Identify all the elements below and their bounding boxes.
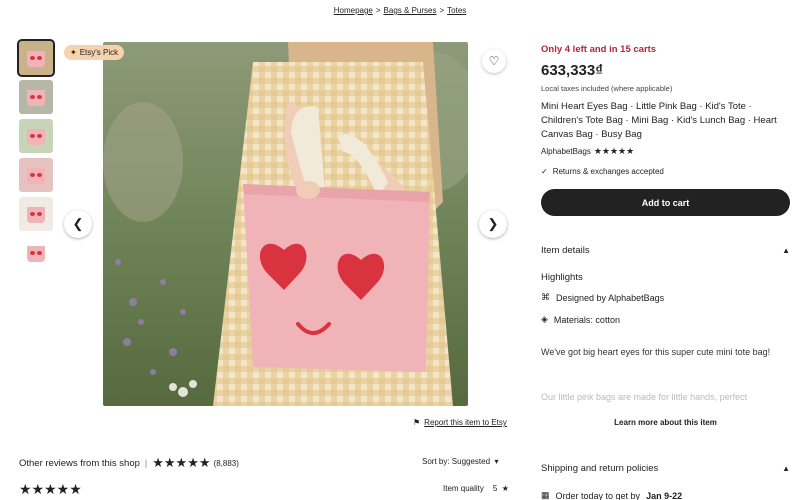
item-quality-label: Item quality	[443, 484, 484, 493]
thumbnail-5[interactable]	[19, 197, 53, 231]
materials-label: Materials: cotton	[553, 314, 620, 325]
chevron-left-icon: ❮	[72, 216, 84, 231]
thumbnail-bag-image	[27, 207, 45, 223]
checkmark-icon: ✓	[541, 167, 548, 176]
order-prefix: Order today to get by	[555, 490, 641, 500]
sort-dropdown[interactable]: Sort by: Suggested ▾	[422, 457, 499, 466]
materials-row: ◈ Materials: cotton	[541, 314, 620, 325]
thumbnail-bag-image	[27, 90, 45, 106]
review-rating-stars: ★★★★★	[19, 481, 82, 497]
flag-icon: ⚑	[413, 418, 421, 427]
shipping-heading: Shipping and return policies	[541, 463, 659, 474]
sort-label: Sort by: Suggested	[422, 457, 491, 466]
thumbnail-2[interactable]	[19, 80, 53, 114]
item-details-heading: Item details	[541, 245, 590, 256]
thumbnail-bag-image	[27, 51, 45, 67]
thumbnail-bag-image	[27, 246, 45, 262]
reviews-title: Other reviews from this shop	[19, 457, 140, 469]
delivery-estimate: ▦ Order today to get by Jan 9-22	[541, 490, 682, 500]
shop-name-link[interactable]: AlphabetBags	[541, 147, 591, 156]
thumbnail-1[interactable]	[17, 39, 55, 77]
breadcrumb-homepage[interactable]: Homepage	[334, 6, 373, 15]
review-count: (8,883)	[213, 458, 239, 468]
thumbnail-bag-image	[27, 168, 45, 184]
item-quality-value: 5	[492, 484, 498, 493]
chevron-up-icon: ▲	[782, 246, 790, 255]
report-item[interactable]: ⚑ Report this item to Etsy	[413, 418, 507, 427]
previous-image-button[interactable]: ❮	[64, 210, 92, 238]
returns-label: Returns & exchanges accepted	[552, 167, 664, 176]
item-quality: Item quality 5 ★	[443, 484, 509, 493]
calendar-icon: ▦	[541, 490, 550, 500]
breadcrumb-totes[interactable]: Totes	[447, 6, 466, 15]
thumbnail-bag-image	[27, 129, 45, 145]
taxes-note: Local taxes included (where applicable)	[541, 84, 673, 93]
designed-by-shop: AlphabetBags	[608, 292, 665, 303]
design-tool-icon: ⌘	[541, 292, 550, 302]
price: 633,333₫	[541, 62, 603, 79]
stock-notice: Only 4 left and in 15 carts	[541, 44, 657, 55]
learn-more-button[interactable]: Learn more about this item	[541, 418, 790, 427]
favorite-button[interactable]: ♡	[482, 49, 506, 73]
highlights-heading: Highlights	[541, 272, 583, 283]
shipping-policies-toggle[interactable]: Shipping and return policies ▲	[541, 463, 790, 474]
designed-by-row: ⌘ Designed by AlphabetBags	[541, 292, 664, 303]
caret-down-icon: ▾	[492, 457, 499, 466]
report-item-link[interactable]: Report this item to Etsy	[424, 418, 507, 427]
add-to-cart-button[interactable]: Add to cart	[541, 189, 790, 216]
main-product-photo	[103, 42, 468, 406]
heart-outline-icon: ♡	[488, 54, 500, 68]
product-title: Mini Heart Eyes Bag · Little Pink Bag · …	[541, 101, 777, 140]
divider: |	[144, 458, 148, 468]
item-description: We've got big heart eyes for this super …	[541, 347, 771, 357]
shop-info: AlphabetBags ★★★★★	[541, 146, 634, 157]
thumbnail-3[interactable]	[19, 119, 53, 153]
breadcrumb-bags-purses[interactable]: Bags & Purses	[384, 6, 437, 15]
designed-by-prefix: Designed by	[556, 292, 607, 303]
sparkle-icon: ✦	[70, 48, 77, 57]
etsys-pick-badge: ✦ Etsy's Pick	[64, 45, 125, 60]
thumbnail-6[interactable]	[19, 236, 53, 270]
item-description-faded: Our little pink bags are made for little…	[541, 392, 748, 402]
breadcrumb-separator: >	[375, 6, 381, 15]
item-details-toggle[interactable]: Item details ▲	[541, 245, 790, 256]
breadcrumb-separator: >	[439, 6, 445, 15]
etsys-pick-label: Etsy's Pick	[79, 48, 119, 57]
star-icon: ★	[499, 484, 509, 493]
chevron-up-icon: ▲	[782, 464, 790, 473]
shop-rating-stars: ★★★★★	[152, 455, 211, 470]
breadcrumb: Homepage > Bags & Purses > Totes	[0, 6, 800, 15]
chevron-right-icon: ❯	[487, 216, 499, 231]
returns-info: ✓ Returns & exchanges accepted	[541, 167, 664, 176]
thumbnail-list	[17, 39, 55, 275]
next-image-button[interactable]: ❯	[479, 210, 507, 238]
order-date: Jan 9-22	[646, 490, 683, 500]
materials-icon: ◈	[541, 314, 548, 324]
thumbnail-4[interactable]	[19, 158, 53, 192]
shop-rating-stars: ★★★★★	[593, 146, 635, 156]
